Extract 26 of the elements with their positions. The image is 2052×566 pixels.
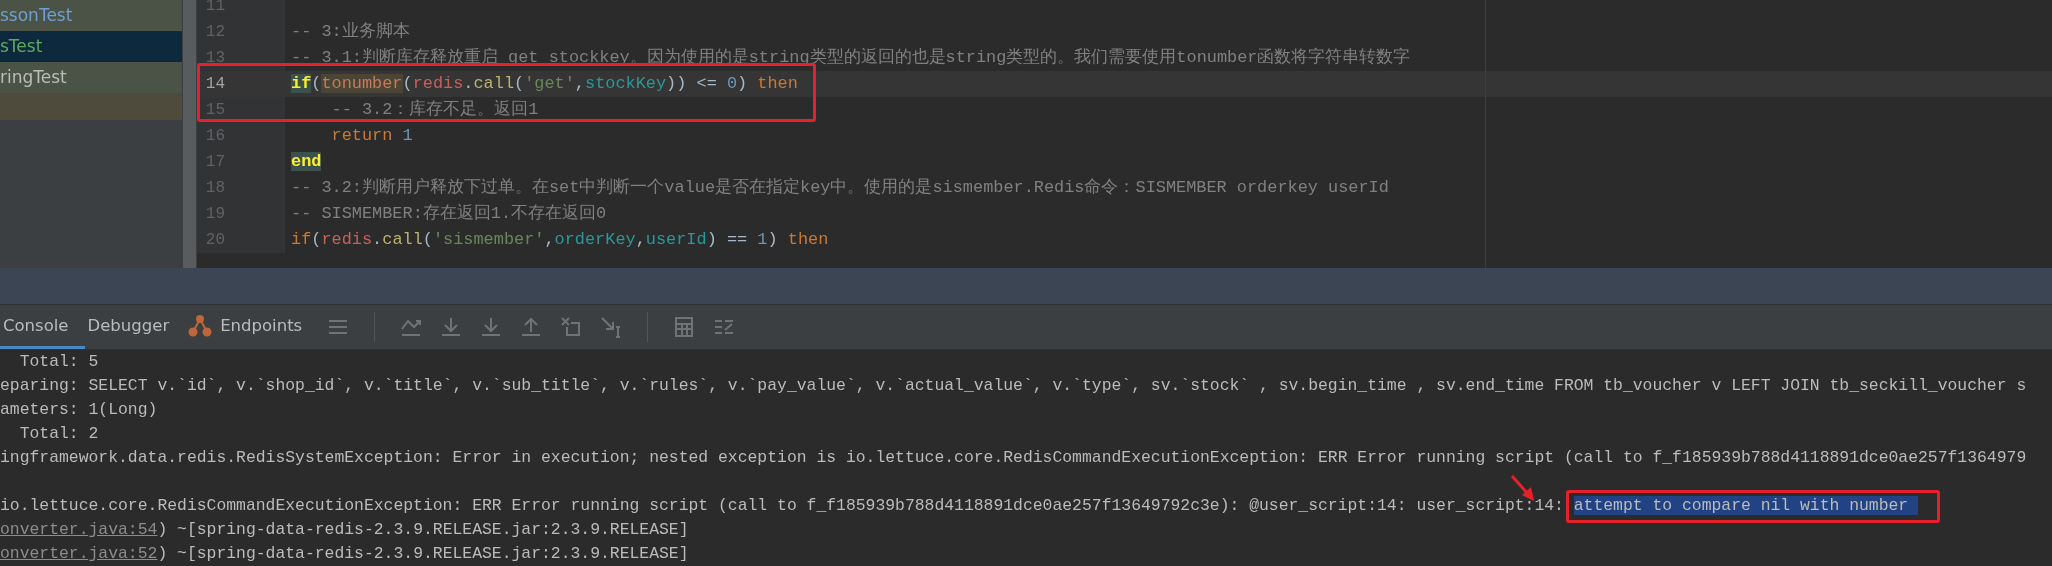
console-line: onverter.java:54) ~[spring-data-redis-2.3.9.RELEASE.jar:2.3.9.RELEASE] xyxy=(0,519,690,541)
console-line: io.lettuce.core.RedisCommandExecutionException: ERR Error running script (call to f_f185939b788d4118891dce0ae257f13649792c3e): @user_script:14: user_script:14: attempt to compare nil with number xyxy=(0,494,2052,518)
code-line: if(tonumber(redis.call('get',stockKey)) <= 0) then xyxy=(291,74,798,93)
line-number: 14 xyxy=(205,75,225,93)
console-line: Total: 5 xyxy=(18,351,100,373)
console-line: ingframework.data.redis.RedisSystemException: Error in execution; nested exception is io.lettuce.core.RedisCommandExecutionException: ERR Error running script (call to f_f185939b788d4118891dce0ae257f1364979 xyxy=(0,447,2028,469)
source-link[interactable]: onverter.java:52 xyxy=(0,544,158,563)
code-line: -- 3.2：库存不足。返回1 xyxy=(330,100,539,119)
code-line: -- SISMEMBER:存在返回1.不存在返回0 xyxy=(291,204,607,223)
code-line: if(redis.call('sismember',orderKey,userId) == 1) then xyxy=(291,230,829,249)
code-line: -- 3.2:判断用户释放下过单。在set中判断一个value是否在指定key中。使用的是sismember.Redis命令：SISMEMBER orderkey userId xyxy=(291,178,1389,197)
console-line: Total: 2 xyxy=(18,423,100,445)
file-tree-item[interactable]: ssonTest xyxy=(0,0,182,31)
tool-tab[interactable]: Endpoints xyxy=(185,305,319,349)
selected-text: attempt to compare nil with number xyxy=(1573,496,1919,515)
console-line: onverter.java:52) ~[spring-data-redis-2.3.9.RELEASE.jar:2.3.9.RELEASE] xyxy=(0,543,690,565)
file-tree-item[interactable]: sTest xyxy=(0,31,182,62)
code-line: -- 3:业务脚本 xyxy=(291,22,410,41)
console-line: ameters: 1(Long) xyxy=(0,399,159,421)
tool-tab[interactable]: Console xyxy=(0,305,85,349)
source-link[interactable]: onverter.java:54 xyxy=(0,520,158,539)
console-line: eparing: SELECT v.`id`, v.`shop_id`, v.`title`, v.`sub_title`, v.`rules`, v.`pay_value`, v.`actual_value`, v.`type`, sv.`stock` , sv.begin_time , sv.end_time FROM tb_voucher v LEFT JOIN tb_seckill_voucher s xyxy=(0,375,2028,397)
tool-tab[interactable]: Debugger xyxy=(84,305,186,349)
scrollbar[interactable] xyxy=(183,0,196,268)
code-line: return 1 xyxy=(330,126,413,145)
file-tree-item[interactable]: ringTest xyxy=(0,62,182,93)
